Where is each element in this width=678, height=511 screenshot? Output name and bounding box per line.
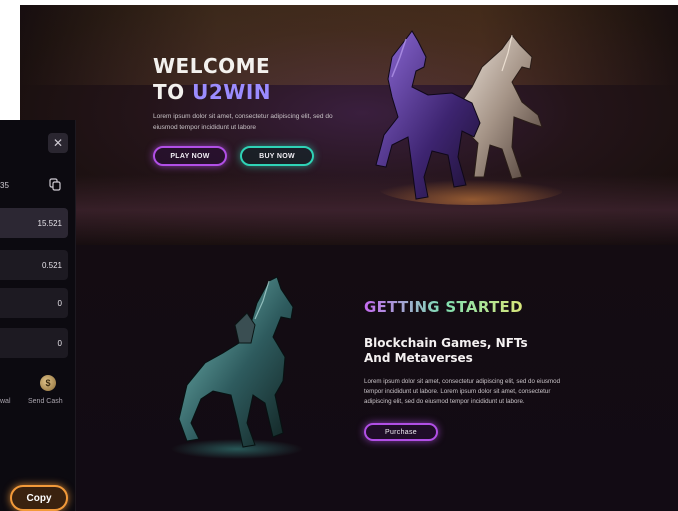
balance-value: 0 (57, 298, 62, 308)
hero-title: WELCOME TO U2WIN (153, 53, 271, 105)
hero-title-brand: U2WIN (192, 80, 272, 104)
horse-illustration-purple (375, 30, 562, 205)
close-symbol: ✕ (52, 136, 64, 150)
play-now-button[interactable]: PLAY NOW (153, 146, 227, 166)
copy-icon[interactable] (48, 177, 62, 191)
balance-row[interactable]: 0.521 (0, 250, 68, 280)
hero-description: Lorem ipsum dolor sit amet, consectetur … (153, 113, 333, 131)
send-cash-icon-symbol: $ (45, 378, 51, 388)
hero-title-prefix: TO (153, 80, 193, 104)
balance-value: 15.521 (37, 218, 62, 228)
getting-started-title: GETTING STARTED (364, 298, 523, 316)
hero-title-line1: WELCOME (153, 54, 271, 78)
getting-started-subtitle: Blockchain Games, NFTs And Metaverses (364, 336, 528, 365)
withdrawal-label: wal (0, 398, 11, 405)
wallet-panel: ✕ 35 15.521 0.521 0 0 (0, 120, 76, 511)
copy-button[interactable]: Copy (10, 485, 68, 511)
balance-row[interactable]: 0 (0, 288, 68, 318)
balance-value: 0 (57, 338, 62, 348)
landing-page: WELCOME TO U2WIN Lorem ipsum dolor sit a… (20, 5, 678, 511)
purchase-button[interactable]: Purchase (364, 423, 438, 441)
balance-row[interactable]: 15.521 (0, 208, 68, 238)
close-icon[interactable]: ✕ (48, 133, 68, 153)
balance-value: 0.521 (41, 260, 62, 270)
horse-illustration-teal (171, 276, 303, 459)
buy-now-button[interactable]: BUY NOW (240, 146, 314, 166)
balance-row[interactable]: 0 (0, 328, 68, 358)
wallet-address-fragment: 35 (0, 181, 9, 190)
send-cash-label[interactable]: Send Cash (28, 398, 63, 405)
screenshot-canvas: WELCOME TO U2WIN Lorem ipsum dolor sit a… (0, 0, 678, 511)
getting-started-description: Lorem ipsum dolor sit amet, consectetur … (364, 378, 561, 405)
hero-section: WELCOME TO U2WIN Lorem ipsum dolor sit a… (20, 5, 678, 245)
send-cash-icon[interactable]: $ (40, 375, 56, 391)
hero-floor-glow (20, 175, 678, 245)
